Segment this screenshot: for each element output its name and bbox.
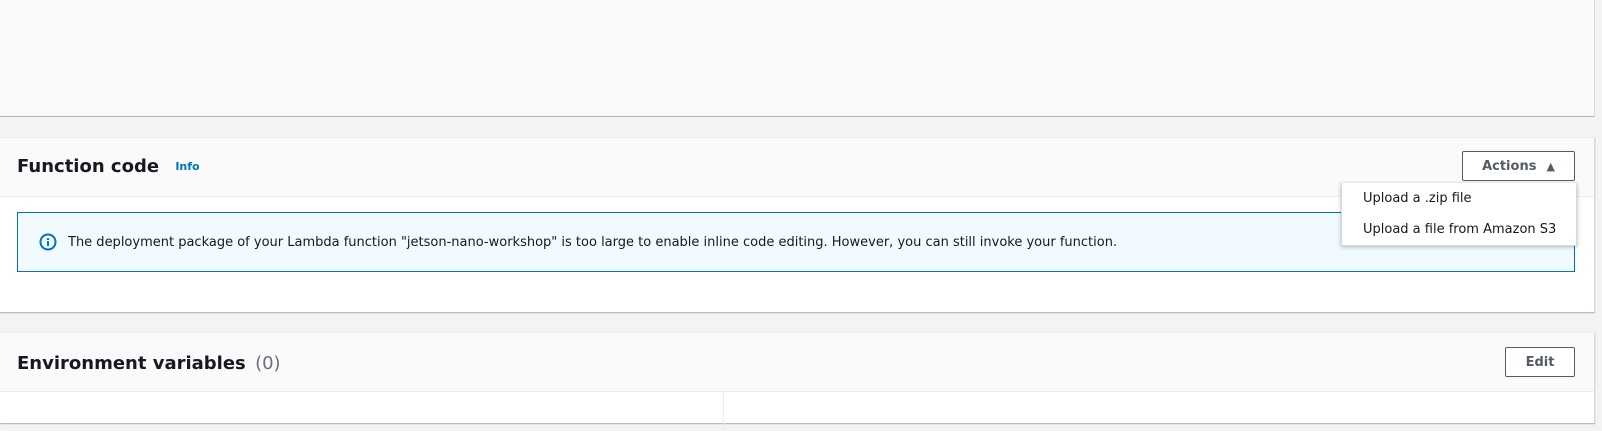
previous-panel bbox=[0, 0, 1595, 117]
actions-button-label: Actions bbox=[1482, 158, 1537, 174]
actions-dropdown-menu: Upload a .zip file Upload a file from Am… bbox=[1341, 183, 1577, 246]
environment-variables-title-text: Environment variables bbox=[17, 353, 246, 374]
caret-up-icon: ▲ bbox=[1546, 159, 1555, 173]
environment-variables-header: Environment variables (0) Edit bbox=[0, 333, 1594, 392]
function-code-title-text: Function code bbox=[17, 156, 160, 177]
actions-button[interactable]: Actions ▲ bbox=[1462, 151, 1575, 181]
environment-variables-title: Environment variables (0) bbox=[17, 353, 281, 374]
upload-zip-menu-item[interactable]: Upload a .zip file bbox=[1363, 191, 1472, 206]
info-link[interactable]: Info bbox=[175, 160, 199, 173]
info-circle-icon bbox=[39, 233, 57, 251]
alert-message: The deployment package of your Lambda fu… bbox=[68, 234, 1118, 250]
environment-variables-panel: Environment variables (0) Edit bbox=[0, 332, 1595, 431]
edit-button[interactable]: Edit bbox=[1505, 347, 1575, 377]
environment-variables-count: (0) bbox=[255, 353, 281, 374]
function-code-title: Function code Info bbox=[17, 156, 200, 177]
column-divider bbox=[723, 391, 724, 431]
upload-from-s3-menu-item[interactable]: Upload a file from Amazon S3 bbox=[1363, 222, 1556, 237]
